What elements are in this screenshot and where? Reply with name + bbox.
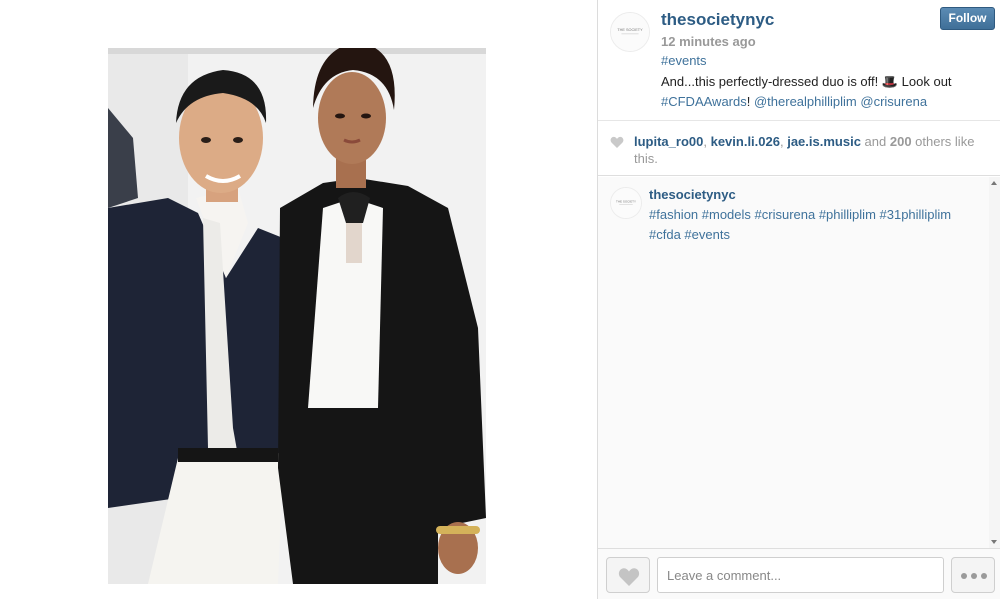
username-link[interactable]: thesocietynyc (661, 10, 774, 30)
liker-link[interactable]: lupita_ro00 (634, 134, 703, 149)
comments-list: THE SOCIETY thesocietynyc #fashion #mode… (598, 177, 1000, 548)
comments-scrollbar[interactable] (989, 177, 1000, 548)
likes-section: lupita_ro00, kevin.li.026, jae.is.music … (598, 120, 1000, 176)
post-header: THE SOCIETY thesocietynyc 12 minutes ago… (598, 0, 1000, 120)
hashtag-link[interactable]: #events (661, 53, 707, 68)
comment-footer (598, 548, 1000, 599)
scroll-down-arrow-icon[interactable] (991, 540, 997, 544)
avatar-text: THE SOCIETY (616, 199, 636, 203)
more-options-button[interactable] (951, 557, 995, 593)
avatar-text: THE SOCIETY (617, 28, 643, 32)
comment-username[interactable]: thesocietynyc (649, 187, 736, 202)
comment-input[interactable] (657, 557, 944, 593)
likes-count: 200 (889, 134, 912, 149)
liker-link[interactable]: kevin.li.026 (711, 134, 780, 149)
heart-icon (610, 136, 624, 148)
heart-icon (618, 568, 640, 586)
mention-link[interactable]: @therealphilliplim (754, 94, 857, 109)
likes-and: and (860, 134, 890, 149)
liker-link[interactable]: jae.is.music (787, 134, 861, 149)
post-timestamp: 12 minutes ago (661, 34, 756, 49)
follow-button[interactable]: Follow (940, 7, 995, 30)
post-media (0, 0, 597, 599)
comment-text: #fashion #models #crisurena #phillip​lim… (649, 207, 952, 242)
hashtag-link[interactable]: #CFDAAwards (661, 94, 747, 109)
post-caption: And...this perfectly-dressed duo is off!… (661, 72, 981, 112)
avatar[interactable]: THE SOCIETY (610, 187, 642, 219)
likes-separator: , (703, 134, 711, 149)
like-button[interactable] (606, 557, 650, 593)
post-photo[interactable] (108, 48, 486, 584)
post-sidebar: THE SOCIETY thesocietynyc 12 minutes ago… (597, 0, 1000, 599)
mention-link[interactable]: @crisurena (860, 94, 927, 109)
scroll-up-arrow-icon[interactable] (991, 181, 997, 185)
likes-text: lupita_ro00, kevin.li.026, jae.is.music … (634, 133, 992, 167)
caption-separator: ! (746, 94, 754, 109)
caption-text: And...this perfectly-dressed duo is off!… (661, 74, 952, 89)
avatar[interactable]: THE SOCIETY (610, 12, 650, 52)
